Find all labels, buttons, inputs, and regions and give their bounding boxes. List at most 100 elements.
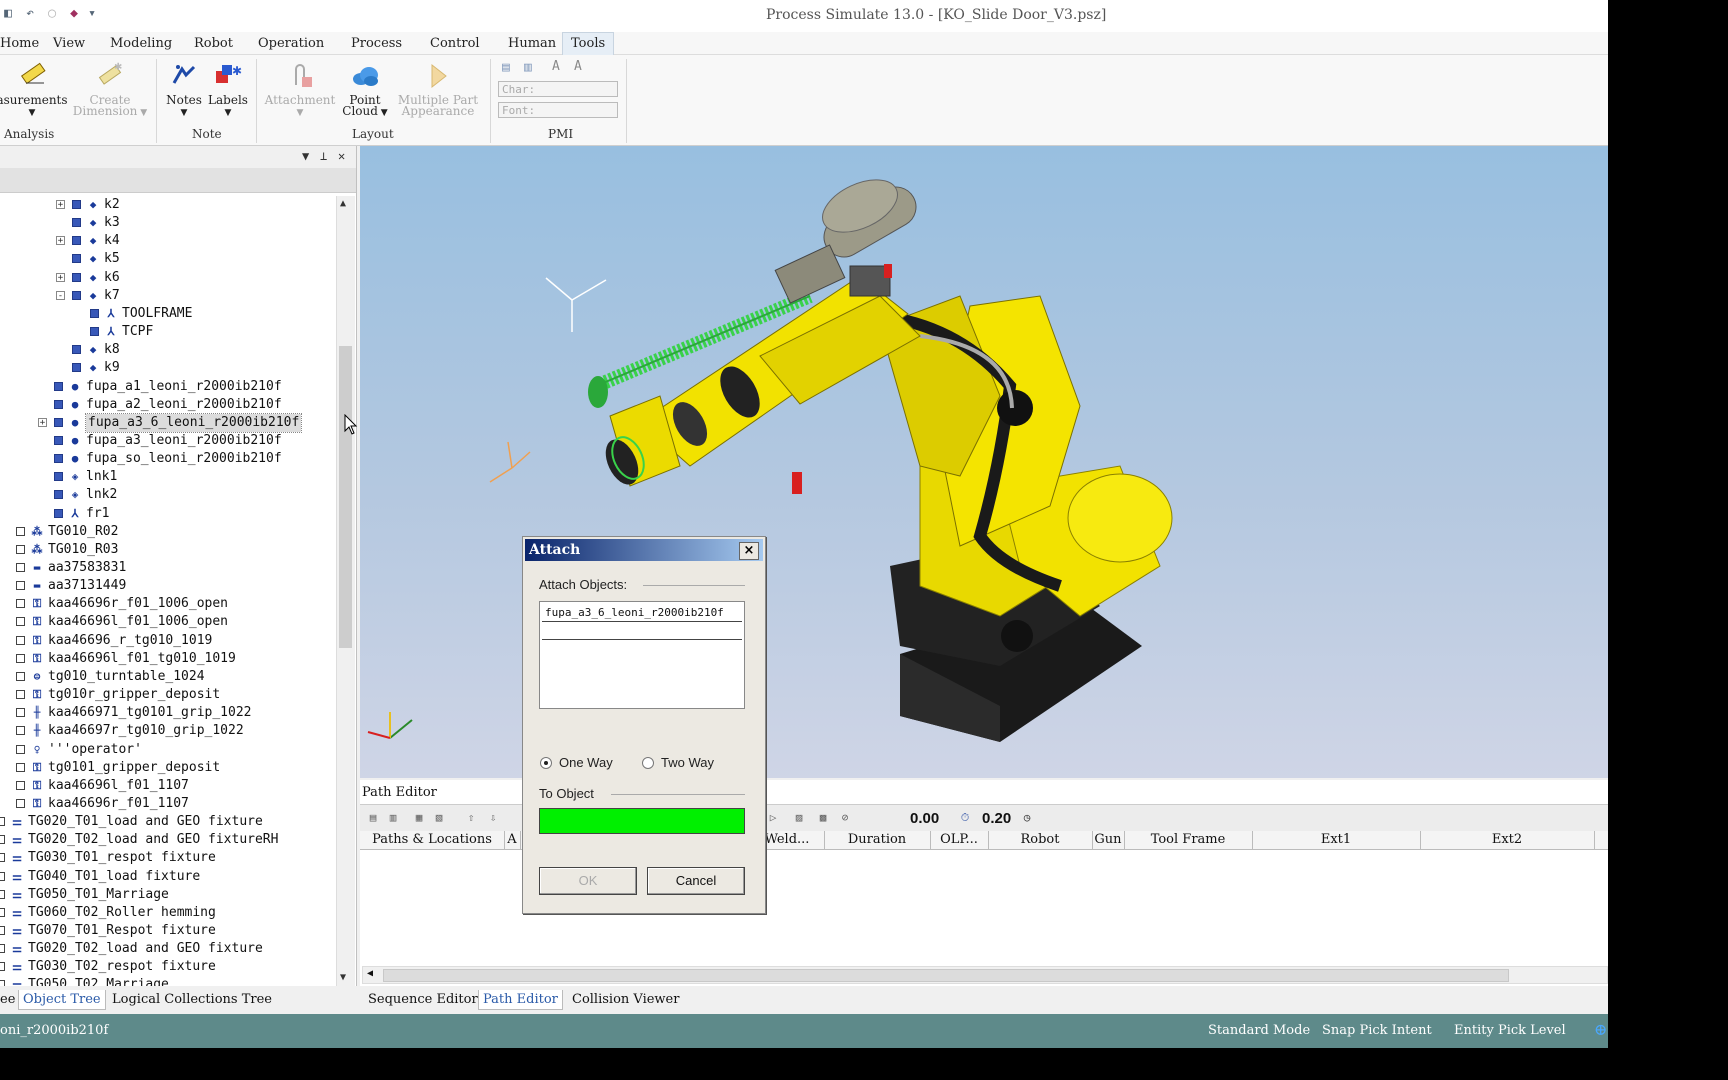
col-gun[interactable]: Gun <box>1092 831 1125 849</box>
tree-row[interactable]: ⊜ tg010_turntable_1024 <box>0 668 336 686</box>
visibility-checkbox[interactable] <box>72 272 81 282</box>
tree-row[interactable]: ⚌ TG070_T01_Respot fixture <box>0 922 336 940</box>
expand-icon[interactable]: + <box>56 236 65 246</box>
col-ext1[interactable]: Ext1 <box>1252 831 1421 849</box>
tree-row[interactable]: ⅄ TOOLFRAME <box>0 305 336 323</box>
tree-row[interactable]: ⚿ kaa46696l_f01_tg010_1019 <box>0 650 336 668</box>
col-a[interactable]: A <box>504 831 521 849</box>
tree-row[interactable]: ⅄ fr1 <box>0 505 336 523</box>
menu-control[interactable]: Control <box>422 34 488 53</box>
tree-row[interactable]: ⚿ kaa46696l_f01_1107 <box>0 777 336 795</box>
step-icon[interactable]: ⏱ <box>958 811 972 824</box>
tree-row[interactable]: ▬ aa37131449 <box>0 577 336 595</box>
tree-row[interactable]: ⚌ TG060_T02_Roller hemming <box>0 904 336 922</box>
tree-row[interactable]: ● fupa_a2_leoni_r2000ib210f <box>0 396 336 414</box>
visibility-checkbox[interactable] <box>16 563 25 572</box>
status-mode[interactable]: Standard Mode <box>1208 1023 1310 1038</box>
scroll-down-icon[interactable]: ▼ <box>340 972 346 983</box>
pmi-folder-icon[interactable]: ▤ <box>502 60 510 75</box>
collapse-icon[interactable]: - <box>56 290 65 300</box>
pmi-font-icon[interactable]: A <box>552 59 560 74</box>
visibility-checkbox[interactable] <box>16 690 25 700</box>
clear-icon[interactable]: ⊘ <box>838 811 852 824</box>
menu-operation[interactable]: Operation <box>250 34 332 53</box>
redo-icon[interactable]: ◯ <box>44 6 60 22</box>
visibility-checkbox[interactable] <box>54 399 63 409</box>
tree-row[interactable]: ⚿ kaa46696l_f01_1006_open <box>0 613 336 631</box>
cancel-button[interactable]: Cancel <box>647 867 745 895</box>
col-ext2[interactable]: Ext2 <box>1420 831 1595 849</box>
two-way-radio[interactable] <box>642 757 654 769</box>
visibility-checkbox[interactable] <box>16 544 25 554</box>
status-snap[interactable]: Snap Pick Intent <box>1322 1023 1432 1038</box>
tree-row[interactable]: ♀ '''operator' <box>0 741 336 759</box>
measurements-button[interactable]: asurements ▼ <box>0 61 68 119</box>
one-way-radio[interactable] <box>540 757 552 769</box>
remove-location-icon[interactable]: ▧ <box>432 811 446 824</box>
tree-row[interactable]: + ● fupa_a3_6_leoni_r2000ib210f <box>0 412 336 433</box>
visibility-checkbox[interactable] <box>0 907 5 917</box>
move-up-icon[interactable]: ⇧ <box>464 811 478 824</box>
tree-row[interactable]: ◈ lnk2 <box>0 486 336 504</box>
scroll-thumb[interactable] <box>339 346 352 648</box>
menu-robot[interactable]: Robot <box>186 34 241 53</box>
tree-row[interactable]: ◆ k3 <box>0 214 336 232</box>
expand-icon[interactable]: + <box>56 272 65 282</box>
tab-sequence-editor[interactable]: Sequence Editor <box>364 990 482 1009</box>
visibility-checkbox[interactable] <box>72 363 81 373</box>
visibility-checkbox[interactable] <box>54 454 63 464</box>
visibility-checkbox[interactable] <box>16 762 25 772</box>
add-operation-icon[interactable]: ▤ <box>366 811 380 824</box>
visibility-checkbox[interactable] <box>54 417 63 427</box>
save-icon[interactable]: ◧ <box>0 6 16 22</box>
tab-collision-viewer[interactable]: Collision Viewer <box>568 990 683 1009</box>
attachment-button[interactable]: Attachment ▼ <box>262 61 338 119</box>
visibility-checkbox[interactable] <box>16 744 25 754</box>
scroll-up-icon[interactable]: ▲ <box>340 198 346 209</box>
create-dimension-button[interactable]: ✱ Create Dimension ▼ <box>70 61 150 119</box>
tree-row[interactable]: ⚿ kaa46696r_f01_1107 <box>0 795 336 813</box>
pin-icon[interactable]: ⊥ <box>320 149 327 163</box>
tab-path-editor[interactable]: Path Editor <box>478 990 563 1010</box>
tree-row[interactable]: ⚿ kaa46696_r_tg010_1019 <box>0 632 336 650</box>
tree-row[interactable]: ⚌ TG020_T02_load and GEO fixture <box>0 940 336 958</box>
visibility-checkbox[interactable] <box>16 798 25 808</box>
attach-objects-list[interactable]: fupa_a3_6_leoni_r2000ib210f <box>539 601 745 709</box>
undo-icon[interactable]: ↶ <box>22 6 38 22</box>
panel-dropdown-icon[interactable]: ▼ <box>302 149 309 163</box>
font-combobox[interactable]: Font: <box>498 102 618 118</box>
tree-row[interactable]: ● fupa_a1_leoni_r2000ib210f <box>0 378 336 396</box>
visibility-checkbox[interactable] <box>0 926 5 935</box>
tree-row[interactable]: ⚿ tg010r_gripper_deposit <box>0 686 336 704</box>
visibility-checkbox[interactable] <box>72 290 81 300</box>
tree-row[interactable]: ⚿ kaa46696r_f01_1006_open <box>0 595 336 613</box>
visibility-checkbox[interactable] <box>54 508 63 518</box>
visibility-checkbox[interactable] <box>16 617 25 627</box>
table-icon[interactable]: ▨ <box>792 811 806 824</box>
play-icon[interactable]: ▷ <box>766 811 780 824</box>
visibility-checkbox[interactable] <box>54 435 63 445</box>
visibility-checkbox[interactable] <box>90 327 99 337</box>
menu-process[interactable]: Process <box>343 34 410 53</box>
multiple-part-appearance-button[interactable]: Multiple Part Appearance <box>392 61 484 117</box>
tree-row[interactable]: ◈ lnk1 <box>0 468 336 486</box>
status-entity[interactable]: Entity Pick Level <box>1454 1023 1566 1038</box>
remove-operation-icon[interactable]: ▥ <box>386 811 400 824</box>
visibility-checkbox[interactable] <box>0 871 5 881</box>
visibility-checkbox[interactable] <box>16 726 25 736</box>
one-way-label[interactable]: One Way <box>559 755 613 770</box>
add-location-icon[interactable]: ▦ <box>412 811 426 824</box>
ok-button[interactable]: OK <box>539 867 637 895</box>
menu-home[interactable]: Home <box>0 34 47 53</box>
visibility-checkbox[interactable] <box>16 653 25 663</box>
panel-close-icon[interactable]: ✕ <box>338 149 345 163</box>
tab-object-tree[interactable]: Object Tree <box>18 990 106 1010</box>
visibility-checkbox[interactable] <box>72 254 81 264</box>
visibility-checkbox[interactable] <box>16 635 25 645</box>
tree-row[interactable]: ⚌ TG050 T02 Marriage <box>0 976 336 986</box>
tree-row[interactable]: ⚌ TG050_T01_Marriage <box>0 886 336 904</box>
tree-row[interactable]: ⚌ TG020_T01_load and GEO fixture <box>0 813 336 831</box>
visibility-checkbox[interactable] <box>0 962 5 972</box>
expand-icon[interactable]: + <box>56 200 65 210</box>
visibility-checkbox[interactable] <box>0 817 5 827</box>
